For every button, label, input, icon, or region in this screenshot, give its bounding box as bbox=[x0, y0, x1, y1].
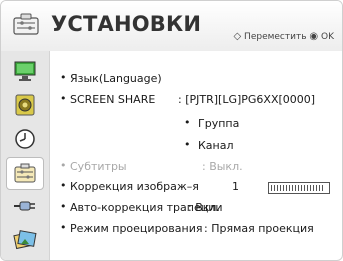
sidebar-item-sound[interactable] bbox=[7, 90, 43, 121]
bullet-icon: • bbox=[60, 200, 67, 213]
settings-menu-window: УСТАНОВКИ ◇ Переместить ◉ OK • Язык(Lang… bbox=[0, 0, 343, 261]
bullet-icon: • bbox=[60, 71, 67, 84]
hint-move-label: Переместить bbox=[244, 32, 307, 42]
option-value: 1 bbox=[232, 180, 239, 193]
sidebar-item-input[interactable] bbox=[7, 191, 43, 222]
option-subtitles[interactable]: • Субтитры : Выкл. bbox=[56, 160, 340, 178]
settings-options-list: • Язык(Language) • SCREEN SHARE : [PJTR]… bbox=[56, 51, 340, 260]
sound-icon bbox=[15, 94, 35, 116]
bullet-icon: • bbox=[60, 92, 67, 105]
option-image-correction[interactable]: • Коррекция изображ–я 1 bbox=[56, 180, 340, 198]
media-photo-icon bbox=[13, 230, 37, 250]
option-value: : Выкл. bbox=[202, 160, 243, 173]
option-label: Группа bbox=[198, 117, 240, 130]
image-correction-slider[interactable] bbox=[268, 182, 330, 194]
sidebar-item-settings[interactable] bbox=[6, 157, 44, 190]
page-title: УСТАНОВКИ bbox=[51, 12, 202, 36]
option-group[interactable]: • Группа bbox=[56, 117, 340, 135]
bullet-icon: • bbox=[184, 138, 191, 151]
option-label: Коррекция изображ–я bbox=[70, 180, 199, 193]
option-screen-share[interactable]: • SCREEN SHARE : [PJTR][LG]PG6XX[0000] bbox=[56, 93, 340, 111]
option-label: Режим проецирования bbox=[70, 222, 203, 235]
sidebar-item-picture[interactable] bbox=[7, 56, 43, 87]
hint-ok-label: OK bbox=[321, 32, 334, 42]
clock-icon bbox=[15, 129, 35, 149]
slider-fill bbox=[271, 185, 323, 191]
option-label: SCREEN SHARE bbox=[70, 93, 156, 106]
option-language[interactable]: • Язык(Language) bbox=[56, 72, 340, 90]
input-cable-icon bbox=[14, 201, 35, 211]
option-projection-mode[interactable]: • Режим проецирования : Прямая проекция bbox=[56, 222, 340, 240]
ok-button-icon: ◉ bbox=[309, 31, 319, 42]
category-sidebar bbox=[1, 51, 50, 260]
navigation-hint: ◇ Переместить ◉ OK bbox=[233, 31, 334, 42]
bullet-icon: • bbox=[184, 116, 191, 129]
option-value: : [PJTR][LG]PG6XX[0000] bbox=[178, 93, 316, 106]
picture-icon bbox=[14, 61, 36, 81]
option-channel[interactable]: • Канал bbox=[56, 139, 340, 157]
option-label: Канал bbox=[198, 139, 234, 152]
bullet-icon: • bbox=[60, 179, 67, 192]
sidebar-item-time[interactable] bbox=[7, 124, 43, 155]
settings-icon bbox=[14, 163, 36, 183]
settings-folder-icon bbox=[13, 13, 39, 35]
option-value: : Прямая проекция bbox=[204, 222, 314, 235]
option-label: Субтитры bbox=[70, 160, 127, 173]
bullet-icon: • bbox=[60, 159, 67, 172]
menu-header: УСТАНОВКИ ◇ Переместить ◉ OK bbox=[1, 1, 342, 51]
option-auto-keystone[interactable]: • Авто-коррекция трапеции : Вкл. bbox=[56, 201, 340, 219]
bullet-icon: • bbox=[60, 221, 67, 234]
move-arrows-icon: ◇ bbox=[233, 31, 242, 42]
option-label: Язык(Language) bbox=[70, 72, 162, 85]
option-value: : Вкл. bbox=[188, 201, 220, 214]
sidebar-item-media[interactable] bbox=[7, 225, 43, 256]
